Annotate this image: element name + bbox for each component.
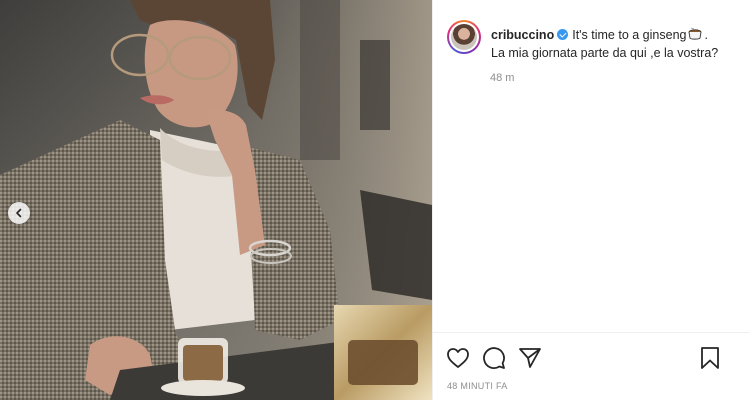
comment-button[interactable]	[481, 345, 507, 371]
instagram-post: cribuccino It's time to a ginseng . La mi…	[0, 0, 750, 400]
like-button[interactable]	[445, 345, 471, 371]
caption-line-2: La mia giornata parte da qui ,e la vostr…	[491, 46, 719, 60]
post-media[interactable]	[0, 0, 432, 400]
post-actions-bar: 48 MINUTI FA	[433, 332, 750, 400]
carousel-prev-button[interactable]	[8, 202, 30, 224]
paper-plane-icon	[519, 348, 541, 368]
chevron-left-icon	[16, 208, 22, 218]
caption-line-1-end: .	[704, 28, 708, 42]
bookmark-icon	[701, 347, 719, 369]
save-button[interactable]	[697, 345, 723, 371]
post-timestamp[interactable]: 48 MINUTI FA	[447, 381, 508, 391]
avatar-image	[451, 24, 477, 50]
verified-badge-icon	[557, 29, 569, 40]
caption-line-1: It's time to a ginseng	[572, 28, 687, 42]
post-photo	[0, 0, 432, 400]
comment-icon	[483, 347, 505, 369]
post-side-panel: cribuccino It's time to a ginseng . La mi…	[432, 0, 750, 400]
caption-time-ago: 48 m	[490, 72, 515, 84]
coffee-cup-emoji	[689, 27, 702, 40]
caption: cribuccino It's time to a ginseng . La mi…	[491, 20, 740, 62]
username-link[interactable]: cribuccino	[491, 28, 554, 42]
caption-block: cribuccino It's time to a ginseng . La mi…	[447, 20, 740, 62]
avatar[interactable]	[447, 20, 481, 54]
heart-icon	[447, 348, 469, 368]
share-button[interactable]	[517, 345, 543, 371]
